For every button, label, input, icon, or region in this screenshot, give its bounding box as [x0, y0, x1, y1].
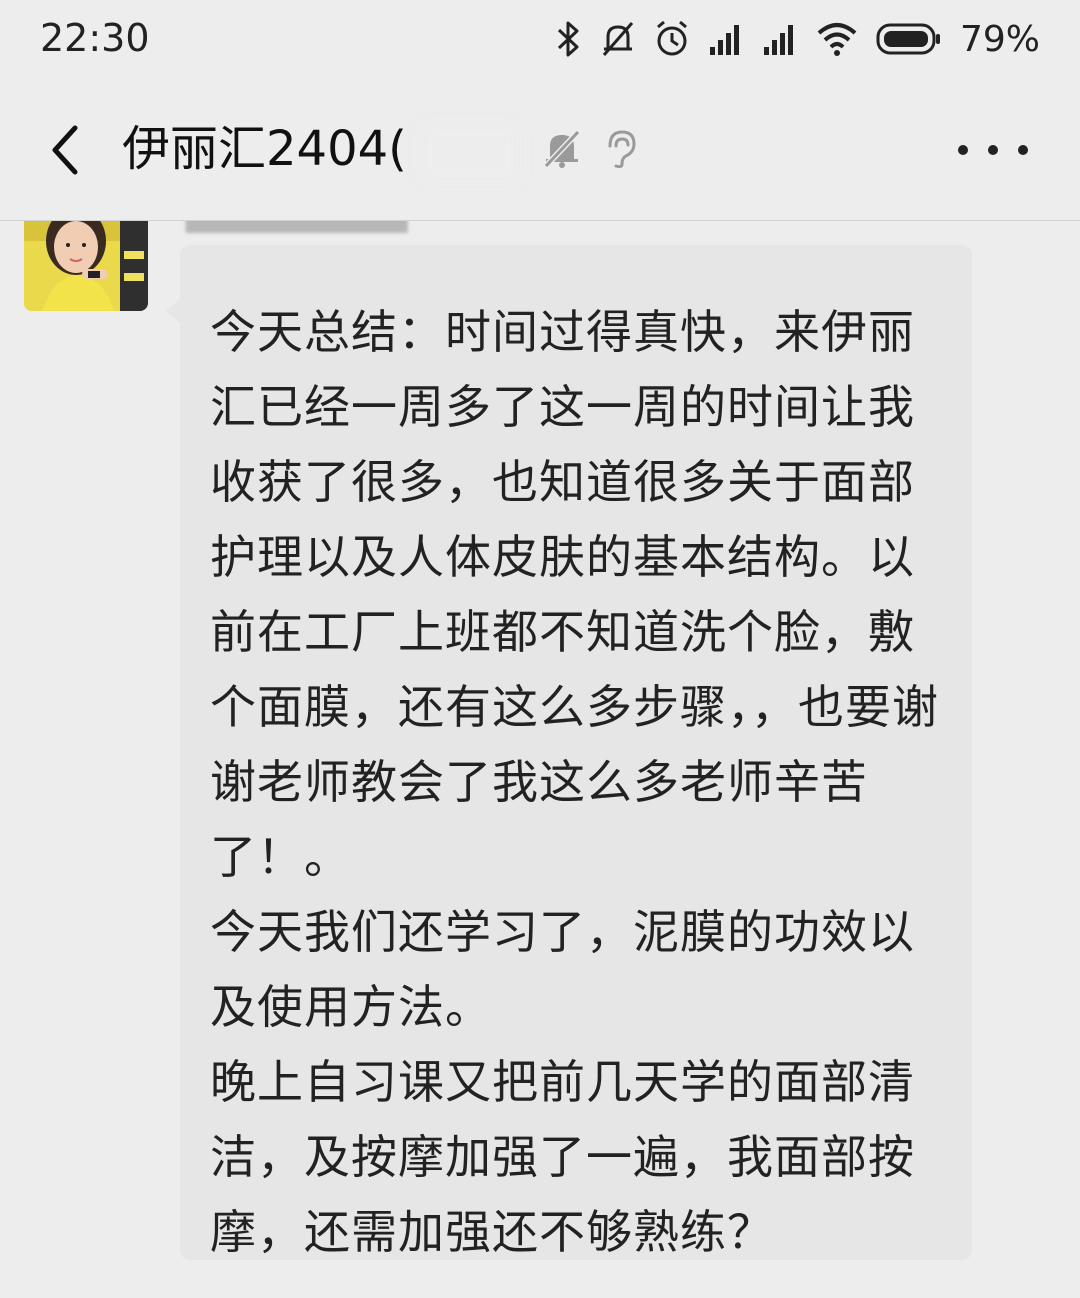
chat-area[interactable]: █████████ 今天总结：时间过得真快，来伊丽汇已经一周多了这一周的时间让我… — [0, 221, 1080, 1298]
alarm-icon — [654, 19, 690, 59]
sender-name-redacted: █████████ — [186, 221, 407, 233]
message-text: 今天总结：时间过得真快，来伊丽汇已经一周多了这一周的时间让我收获了很多，也知道很… — [210, 305, 939, 1259]
back-button[interactable] — [30, 110, 100, 190]
more-button[interactable] — [958, 130, 1028, 170]
redacted-title-part — [420, 124, 520, 184]
message-bubble[interactable]: 今天总结：时间过得真快，来伊丽汇已经一周多了这一周的时间让我收获了很多，也知道很… — [166, 245, 972, 1260]
bluetooth-icon — [556, 19, 582, 59]
mute-notification-icon — [600, 19, 636, 59]
ear-icon — [600, 126, 640, 174]
status-icons: 79% — [556, 16, 1040, 62]
chat-header: 伊丽汇2404( — [0, 80, 1080, 221]
mute-bell-icon — [540, 126, 584, 174]
wifi-icon — [816, 21, 858, 57]
battery-icon — [876, 23, 942, 55]
avatar[interactable] — [24, 221, 148, 311]
battery-percentage: 79% — [959, 18, 1040, 60]
back-arrow-icon — [52, 125, 78, 175]
signal-icon — [708, 21, 744, 57]
more-icon — [958, 145, 968, 155]
status-bar: 22:30 79% — [0, 0, 1080, 80]
bubble-tail — [166, 297, 182, 325]
chat-title: 伊丽汇2404( — [122, 121, 407, 177]
status-time: 22:30 — [40, 16, 150, 60]
signal-icon — [762, 21, 798, 57]
